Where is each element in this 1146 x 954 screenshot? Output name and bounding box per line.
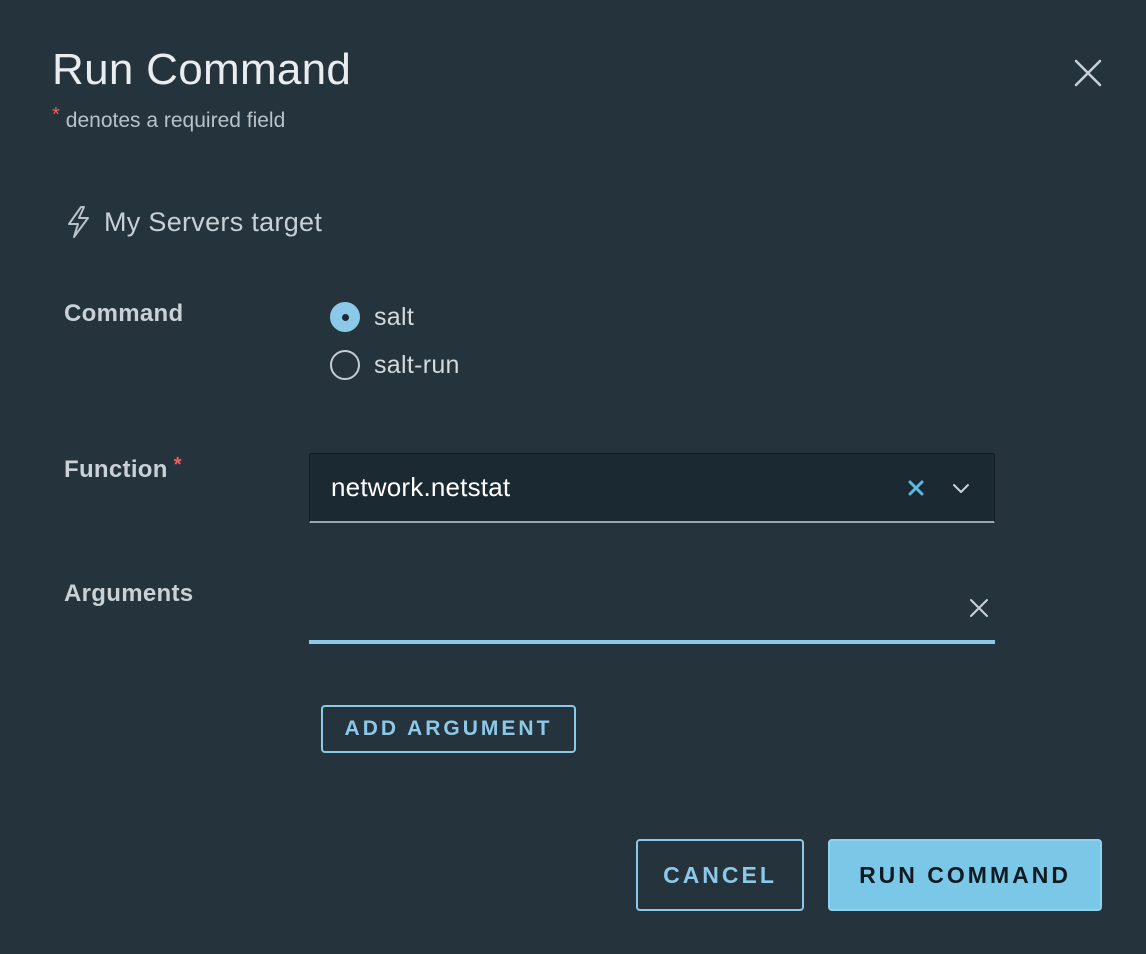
required-asterisk: * [173,454,182,476]
argument-field[interactable] [309,580,995,644]
required-note-text: denotes a required field [65,109,286,132]
argument-input[interactable] [319,590,943,632]
radio-button-unchecked[interactable] [330,350,360,380]
radio-label-salt-run: salt-run [374,350,460,379]
clear-argument-icon[interactable] [967,596,991,620]
clear-selection-icon[interactable] [904,476,928,500]
target-info: My Servers target [64,204,322,240]
run-command-dialog: Run Command * denotes a required field My… [0,0,1146,954]
radio-label-salt: salt [374,302,415,331]
run-command-button[interactable]: RUN COMMAND [828,839,1102,911]
required-asterisk: * [52,104,60,126]
radio-salt-run[interactable]: salt-run [330,347,460,383]
function-select[interactable]: network.netstat [309,453,995,523]
command-label: Command [64,300,184,327]
dialog-title: Run Command [52,45,352,94]
close-icon[interactable] [1068,53,1108,93]
cancel-button[interactable]: CANCEL [636,839,804,911]
add-argument-button[interactable]: ADD ARGUMENT [321,705,576,753]
chevron-down-icon[interactable] [950,477,972,499]
function-label-text: Function [64,456,168,483]
target-label: My Servers target [104,206,323,237]
required-field-note: * denotes a required field [52,104,286,136]
lightning-bolt-icon [64,205,94,239]
radio-button-checked[interactable] [330,302,360,332]
function-select-value: network.netstat [331,472,511,502]
function-label: Function * [64,454,188,484]
radio-salt[interactable]: salt [330,299,414,335]
arguments-label: Arguments [64,580,194,607]
